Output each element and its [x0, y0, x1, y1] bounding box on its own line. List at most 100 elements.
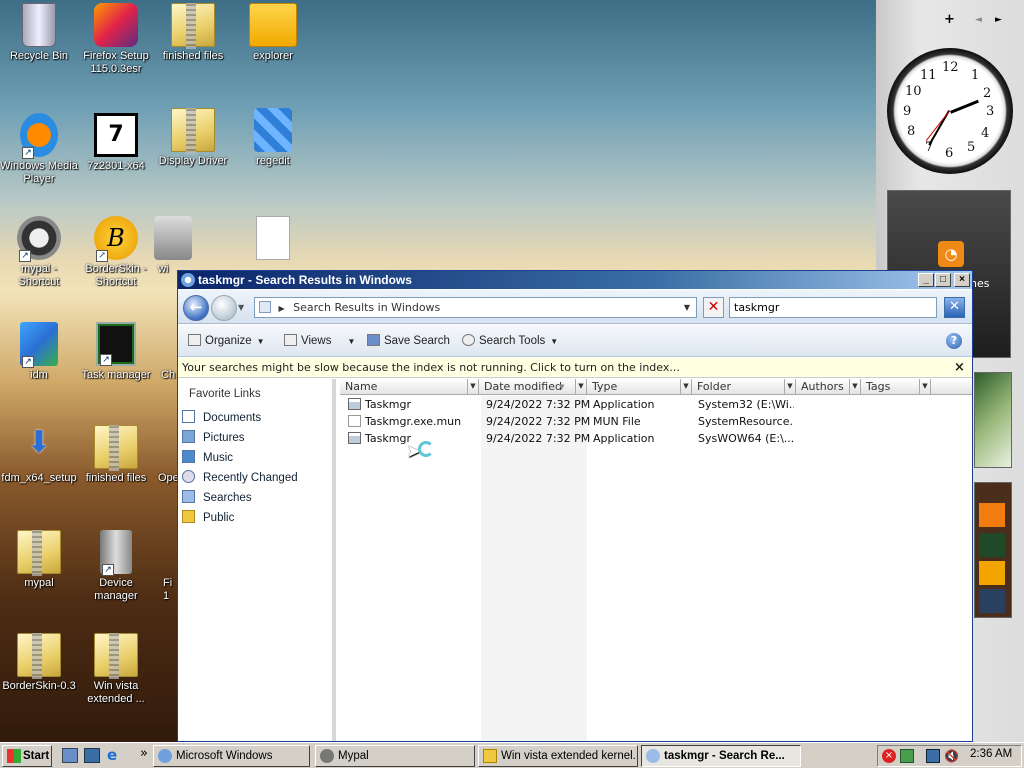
table-row[interactable]: Taskmgr.exe.mun 9/24/2022 7:32 PM MUN Fi… [340, 413, 972, 430]
clear-search-button[interactable]: ✕ [944, 297, 965, 318]
back-button[interactable]: ← [183, 295, 209, 321]
slideshow-gadget[interactable] [974, 372, 1012, 468]
taskbar-button-win-vista-extended[interactable]: Win vista extended kernel... [478, 745, 638, 767]
clock-gadget[interactable]: 12 1 2 3 4 5 6 7 8 9 10 11 [887, 48, 1013, 174]
search-tools-button[interactable]: Search Tools ▼ [462, 334, 558, 347]
quicklaunch-more-button[interactable]: » [140, 746, 148, 761]
gadget-next-button[interactable]: ► [995, 15, 1002, 25]
nav-item-searches[interactable]: Searches [182, 490, 252, 504]
desktop-icon-display-driver[interactable]: Display Driver [153, 108, 233, 168]
table-row[interactable]: Taskmgr 9/24/2022 7:32 PM Application Sy… [340, 396, 972, 413]
column-header-name[interactable]: Name ▼ [340, 379, 479, 395]
desktop-icon-task-manager[interactable]: ↗ Task manager [76, 322, 156, 382]
chevron-down-icon[interactable]: ▼ [784, 379, 795, 394]
show-desktop-icon[interactable] [62, 748, 78, 763]
launcher-item-icon[interactable] [979, 533, 1005, 557]
desktop-icon-ope[interactable]: Ope [153, 425, 177, 485]
desktop-icon-idm[interactable]: ↗ idm [0, 322, 79, 382]
nav-item-recently-changed[interactable]: Recently Changed [182, 470, 298, 484]
stop-search-button[interactable]: ✕ [703, 297, 724, 318]
add-gadget-button[interactable]: + [944, 12, 955, 27]
organize-button[interactable]: Organize ▼ [188, 334, 265, 347]
security-alert-icon[interactable]: × [882, 749, 896, 763]
desktop-icon-firefox-setup[interactable]: Firefox Setup 115.0.3esr [76, 3, 156, 76]
desktop-icon-finished-files-2[interactable]: finished files [76, 425, 156, 485]
start-button[interactable]: Start [2, 745, 52, 767]
zip-folder-icon [17, 633, 61, 679]
desktop-icon-installer[interactable]: wi [153, 216, 193, 276]
volume-muted-icon[interactable]: 🔇 [944, 749, 959, 763]
close-button[interactable]: × [954, 273, 970, 287]
application-icon [348, 432, 361, 444]
file-icon[interactable] [256, 216, 290, 260]
desktop-icon-windows-media-player[interactable]: ↗ Windows Media Player [0, 113, 79, 186]
file-icon [348, 415, 361, 427]
column-header-authors[interactable]: Authors ▼ [796, 379, 861, 395]
chevron-down-icon[interactable]: ▼ [467, 379, 478, 394]
nav-item-music[interactable]: Music [182, 450, 233, 464]
chevron-down-icon[interactable]: ▼ [849, 379, 860, 394]
address-text: Search Results in Windows [293, 301, 441, 314]
desktop-icon-7z2301[interactable]: 7 7z2301-x64 [76, 113, 156, 173]
taskbar-button-mypal[interactable]: Mypal [315, 745, 475, 767]
minimize-button[interactable]: _ [918, 273, 934, 287]
desktop-icon-device-manager[interactable]: ↗ Device manager [76, 530, 156, 603]
nav-item-documents[interactable]: Documents [182, 410, 261, 424]
chevron-down-icon[interactable]: ▼ [919, 379, 930, 394]
launcher-item-icon[interactable] [979, 561, 1005, 585]
desktop-icon-fdm-setup[interactable]: ⬇ fdm_x64_setup [0, 425, 79, 485]
views-icon [284, 334, 297, 346]
desktop-icon-mypal[interactable]: mypal [0, 530, 79, 590]
busy-spinner-icon [418, 441, 434, 457]
table-row[interactable]: Taskmgr 9/24/2022 7:32 PM Application Sy… [340, 430, 972, 447]
window-titlebar[interactable]: taskmgr - Search Results in Windows _ □ … [178, 271, 972, 289]
gadget-prev-button[interactable]: ◄ [975, 15, 982, 25]
internet-explorer-icon[interactable]: e [107, 748, 123, 763]
maximize-button[interactable]: □ [935, 273, 951, 287]
switch-windows-icon[interactable] [84, 748, 100, 763]
save-icon [367, 334, 380, 346]
column-header-date-modified[interactable]: Date modified ▼ ▼ [479, 379, 587, 395]
nav-item-pictures[interactable]: Pictures [182, 430, 245, 444]
desktop-icon-explorer[interactable]: explorer [233, 3, 313, 63]
app-launcher-gadget[interactable] [974, 482, 1012, 618]
download-icon: ⬇ [26, 425, 52, 460]
index-info-bar[interactable]: Your searches might be slow because the … [178, 358, 972, 378]
views-button[interactable]: Views ▼ [284, 334, 355, 347]
address-dropdown-icon[interactable]: ▼ [684, 298, 690, 317]
column-header-type[interactable]: Type ▼ [587, 379, 692, 395]
chevron-down-icon[interactable]: ▼ [575, 379, 586, 394]
safely-remove-icon[interactable] [900, 749, 914, 763]
save-search-button[interactable]: Save Search [367, 334, 450, 347]
help-button[interactable]: ? [946, 333, 962, 349]
chevron-down-icon[interactable]: ▼ [680, 379, 691, 394]
recently-changed-icon [182, 470, 195, 483]
desktop-icon-fi[interactable]: Fi 1 [153, 530, 177, 603]
desktop-icon-borderskin-shortcut[interactable]: B ↗ BorderSkin - Shortcut [76, 216, 156, 289]
nav-item-public[interactable]: Public [182, 510, 234, 524]
close-infobar-button[interactable]: × [954, 358, 965, 378]
address-bar: ← ▼ ▶ Search Results in Windows ▼ ✕ ✕ [178, 290, 972, 324]
column-header-tags[interactable]: Tags ▼ [861, 379, 931, 395]
launcher-item-icon[interactable] [979, 503, 1005, 527]
taskbar-button-microsoft-windows[interactable]: Microsoft Windows [153, 745, 310, 767]
desktop-icon-ch[interactable]: Ch [153, 322, 177, 382]
search-input[interactable] [729, 297, 937, 318]
forward-button[interactable] [211, 295, 237, 321]
navigation-pane: Favorite Links Documents Pictures Music … [178, 379, 336, 741]
network-icon[interactable] [926, 749, 940, 763]
address-field[interactable]: ▶ Search Results in Windows ▼ [254, 297, 697, 318]
recent-pages-dropdown[interactable]: ▼ [238, 303, 244, 312]
desktop-icon-recycle-bin[interactable]: Recycle Bin [0, 3, 79, 63]
taskbar-button-taskmgr-search[interactable]: taskmgr - Search Re... [641, 745, 801, 767]
desktop-icon-borderskin-zip[interactable]: BorderSkin-0.3 [0, 633, 79, 693]
desktop-icon-win-vista-extended[interactable]: Win vista extended ... [76, 633, 156, 706]
desktop-icon-finished-files[interactable]: finished files [153, 3, 233, 63]
launcher-item-icon[interactable] [979, 589, 1005, 613]
taskbar-clock[interactable]: 2:36 AM [970, 748, 1012, 760]
desktop-icon-mypal-shortcut[interactable]: ↗ mypal - Shortcut [0, 216, 79, 289]
mypal-icon: ↗ [17, 216, 61, 262]
explorer-window: taskmgr - Search Results in Windows _ □ … [177, 270, 973, 742]
desktop-icon-regedit[interactable]: regedit [233, 108, 313, 168]
column-header-folder[interactable]: Folder ▼ [692, 379, 796, 395]
